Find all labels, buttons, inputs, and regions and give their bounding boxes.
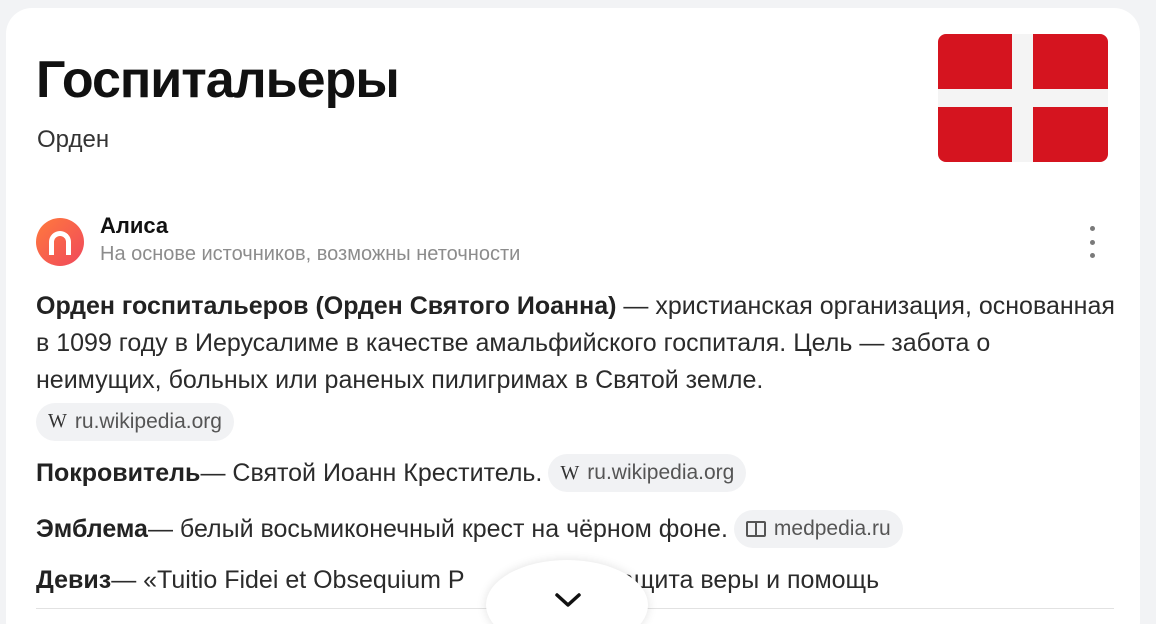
fact-text: — белый восьмиконечный крест на чёрном ф… <box>147 514 728 543</box>
alice-logo-icon <box>36 218 84 266</box>
fact-term: Эмблема <box>36 514 148 543</box>
page-title: Госпитальеры <box>36 51 400 109</box>
source-chip-wikipedia[interactable]: W ru.wikipedia.org <box>36 402 234 441</box>
source-chip-label: medpedia.ru <box>773 517 891 540</box>
flag-cross-horizontal <box>938 89 1108 107</box>
fact-motto: Девиз — «Tuitio Fidei et Obsequium P («З… <box>36 566 879 595</box>
fact-emblem: Эмблема — белый восьмиконечный крест на … <box>36 510 903 548</box>
fact-patron: Покровитель — Святой Иоанн Креститель. W… <box>36 454 747 492</box>
knowledge-card: Госпитальеры Орден Алиса На основе источ… <box>6 8 1140 624</box>
source-chip-label: ru.wikipedia.org <box>74 410 222 433</box>
fact-text-start: — «Tuitio Fidei et Obsequium P <box>111 566 465 594</box>
wikipedia-icon: W <box>560 461 580 484</box>
source-chip-label: ru.wikipedia.org <box>587 461 735 484</box>
wikipedia-icon: W <box>48 410 67 432</box>
assistant-name: Алиса <box>100 213 169 238</box>
entity-type: Орден <box>37 126 110 153</box>
fact-text: — Святой Иоанн Креститель. <box>200 458 543 487</box>
chevron-down-icon <box>555 593 581 607</box>
answer-intro-term: Орден госпитальеров (Орден Святого Иоанн… <box>36 292 617 320</box>
source-chip-wikipedia[interactable]: W ru.wikipedia.org <box>548 454 747 492</box>
more-vertical-icon[interactable] <box>1084 226 1100 258</box>
source-chip-medpedia[interactable]: medpedia.ru <box>733 510 903 548</box>
fact-term: Девиз <box>36 566 112 594</box>
assistant-disclaimer: На основе источников, возможны неточност… <box>100 243 521 265</box>
book-icon <box>745 521 766 537</box>
answer-intro: Орден госпитальеров (Орден Святого Иоанн… <box>36 288 1116 441</box>
order-flag-image[interactable] <box>938 34 1108 162</box>
fact-term: Покровитель <box>36 458 201 487</box>
